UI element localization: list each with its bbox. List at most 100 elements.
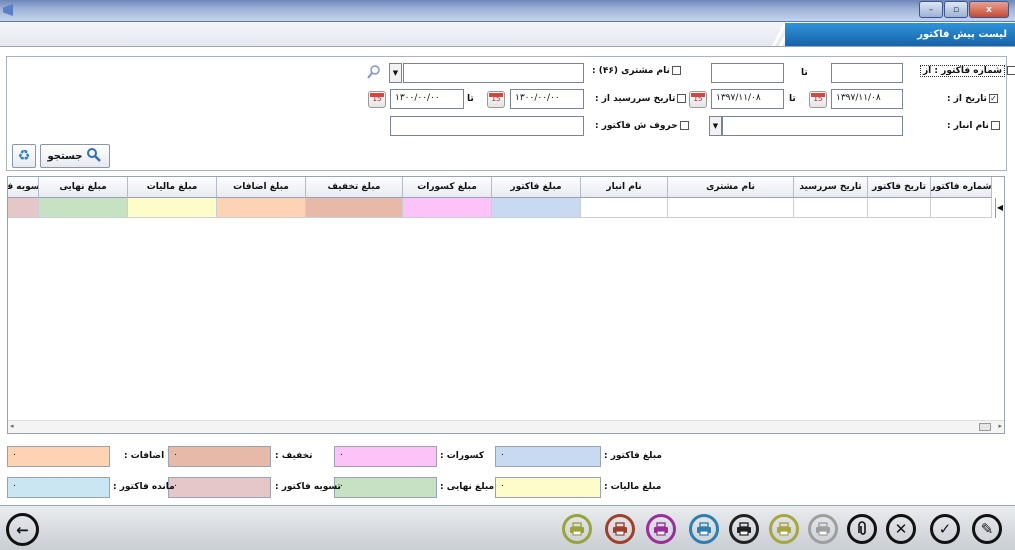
settlement-label: تسویه فاکتور : bbox=[275, 482, 341, 492]
date-to-calendar-icon[interactable]: 15 bbox=[689, 91, 707, 108]
invoice-amount-label: مبلغ فاکتور : bbox=[604, 451, 662, 461]
customer-input[interactable] bbox=[403, 63, 584, 83]
due-date-to-input[interactable]: ۱۳۰۰/۰۰/۰۰ bbox=[390, 89, 464, 109]
date-filter[interactable]: ✓تاریخ از : bbox=[947, 94, 998, 104]
print-icon[interactable] bbox=[769, 514, 799, 544]
edit-icon[interactable]: ✎ bbox=[972, 514, 1002, 544]
table-cell[interactable] bbox=[794, 198, 868, 218]
warehouse-filter[interactable]: نام انبار : bbox=[947, 121, 1000, 131]
date-checkbox[interactable]: ✓ bbox=[988, 94, 998, 103]
due-date-checkbox[interactable] bbox=[677, 94, 687, 103]
additions-label: اضافات : bbox=[124, 451, 165, 461]
column-header[interactable]: تسویه ف bbox=[8, 177, 39, 198]
letters-input[interactable] bbox=[390, 116, 584, 136]
column-header[interactable]: تاریخ سررسید bbox=[794, 177, 868, 198]
date-from-input[interactable]: ۱۳۹۷/۱۱/۰۸ bbox=[831, 89, 903, 109]
print-icon[interactable] bbox=[808, 514, 838, 544]
attachment-icon[interactable] bbox=[847, 514, 877, 544]
refresh-icon[interactable]: ♻ bbox=[12, 144, 36, 168]
print-icon[interactable] bbox=[562, 514, 592, 544]
invoice-number-checkbox[interactable] bbox=[1007, 66, 1015, 75]
table-cell[interactable] bbox=[306, 198, 403, 218]
column-header[interactable]: مبلغ اضافات bbox=[217, 177, 306, 198]
row-indicator-icon: ◀ bbox=[995, 198, 1004, 218]
delete-icon[interactable]: ✕ bbox=[886, 514, 916, 544]
column-header[interactable]: مبلغ نهایی bbox=[39, 177, 128, 198]
print-icon[interactable] bbox=[689, 514, 719, 544]
print-icon[interactable] bbox=[729, 514, 759, 544]
table-cell[interactable] bbox=[931, 198, 992, 218]
table-cell[interactable] bbox=[581, 198, 668, 218]
column-header[interactable]: مبلغ فاکتور bbox=[492, 177, 581, 198]
deductions-label: کسورات : bbox=[440, 451, 485, 461]
search-button-label: جستجو bbox=[47, 150, 83, 162]
warehouse-dropdown-button[interactable]: ▼ bbox=[709, 116, 722, 136]
scroll-left-icon[interactable]: ◂ bbox=[10, 422, 14, 430]
letters-filter[interactable]: حروف ش فاکتور : bbox=[595, 121, 689, 131]
due-date-to-calendar-icon[interactable]: 15 bbox=[368, 91, 386, 108]
table-cell[interactable] bbox=[217, 198, 306, 218]
due-date-filter[interactable]: تاریخ سررسید از : bbox=[595, 94, 687, 104]
customer-filter[interactable]: نام مشتری (۴۶) : bbox=[592, 66, 681, 76]
remaining-value: ۰ bbox=[7, 477, 110, 498]
scroll-thumb[interactable] bbox=[979, 423, 991, 431]
deductions-value: ۰ bbox=[334, 446, 437, 467]
table-cell[interactable] bbox=[128, 198, 217, 218]
search-button[interactable]: جستجو bbox=[40, 144, 110, 168]
final-amount-value: ۰ bbox=[334, 477, 437, 498]
letters-checkbox[interactable] bbox=[679, 121, 689, 130]
table-row[interactable] bbox=[8, 198, 1004, 218]
customer-dropdown-button[interactable]: ▼ bbox=[389, 63, 402, 83]
horizontal-scrollbar[interactable]: ◂ ▸ bbox=[8, 420, 1004, 433]
date-to-input[interactable]: ۱۳۹۷/۱۱/۰۸ bbox=[711, 89, 784, 109]
tax-value: ۰ bbox=[495, 477, 601, 498]
invoice-number-to-label: تا bbox=[801, 68, 808, 78]
date-to-label: تا bbox=[789, 94, 796, 104]
search-icon[interactable] bbox=[366, 64, 382, 80]
column-header[interactable]: شماره فاکتور bbox=[931, 177, 992, 198]
column-header[interactable]: مبلغ تخفیف bbox=[306, 177, 403, 198]
table-cell[interactable] bbox=[8, 198, 39, 218]
discount-value: ۰ bbox=[168, 446, 271, 467]
table-cell[interactable] bbox=[403, 198, 492, 218]
back-arrow-icon[interactable]: ← bbox=[6, 513, 39, 546]
grid-header: تسویه فمبلغ نهاییمبلغ مالیاتمبلغ اضافاتم… bbox=[8, 177, 1004, 198]
page-title: لیست پیش فاکتور bbox=[785, 23, 1015, 46]
invoice-grid[interactable]: تسویه فمبلغ نهاییمبلغ مالیاتمبلغ اضافاتم… bbox=[7, 176, 1005, 434]
window-titlebar: – ▫ x bbox=[0, 0, 1015, 22]
column-header[interactable]: تاریخ فاکتور bbox=[868, 177, 931, 198]
search-button-icon bbox=[86, 147, 102, 166]
confirm-icon[interactable]: ✓ bbox=[930, 514, 960, 544]
table-cell[interactable] bbox=[668, 198, 794, 218]
due-date-from-input[interactable]: ۱۳۰۰/۰۰/۰۰ bbox=[510, 89, 584, 109]
close-button[interactable]: x bbox=[969, 1, 1009, 18]
maximize-button[interactable]: ▫ bbox=[944, 1, 968, 18]
print-icon[interactable] bbox=[605, 514, 635, 544]
scroll-right-icon[interactable]: ▸ bbox=[998, 422, 1002, 430]
column-header[interactable]: مبلغ کسورات bbox=[403, 177, 492, 198]
table-cell[interactable] bbox=[492, 198, 581, 218]
invoice-number-from-input[interactable] bbox=[831, 63, 903, 83]
tax-label: مبلغ مالیات : bbox=[604, 482, 662, 492]
bottom-toolbar: ← ✕ ✓ ✎ bbox=[0, 505, 1015, 550]
date-from-calendar-icon[interactable]: 15 bbox=[809, 91, 827, 108]
table-cell[interactable] bbox=[39, 198, 128, 218]
final-amount-label: مبلغ نهایی : bbox=[440, 482, 495, 492]
app-icon bbox=[3, 4, 13, 16]
form-header: لیست پیش فاکتور bbox=[0, 22, 1015, 47]
print-icon[interactable] bbox=[646, 514, 676, 544]
table-cell[interactable] bbox=[868, 198, 931, 218]
invoice-number-to-input[interactable] bbox=[711, 63, 784, 83]
column-header[interactable]: نام مشتری bbox=[668, 177, 794, 198]
customer-checkbox[interactable] bbox=[671, 66, 681, 75]
column-header[interactable]: مبلغ مالیات bbox=[128, 177, 217, 198]
due-date-from-calendar-icon[interactable]: 15 bbox=[487, 91, 505, 108]
column-header[interactable]: نام انبار bbox=[581, 177, 668, 198]
remaining-label: مانده فاکتور : bbox=[113, 482, 175, 492]
warehouse-checkbox[interactable] bbox=[990, 121, 1000, 130]
minimize-button[interactable]: – bbox=[919, 1, 943, 18]
discount-label: تخفیف : bbox=[275, 451, 313, 461]
warehouse-input[interactable] bbox=[722, 116, 903, 136]
additions-value: ۰ bbox=[7, 446, 110, 467]
invoice-number-filter[interactable]: شماره فاکتور : از bbox=[920, 65, 1015, 77]
